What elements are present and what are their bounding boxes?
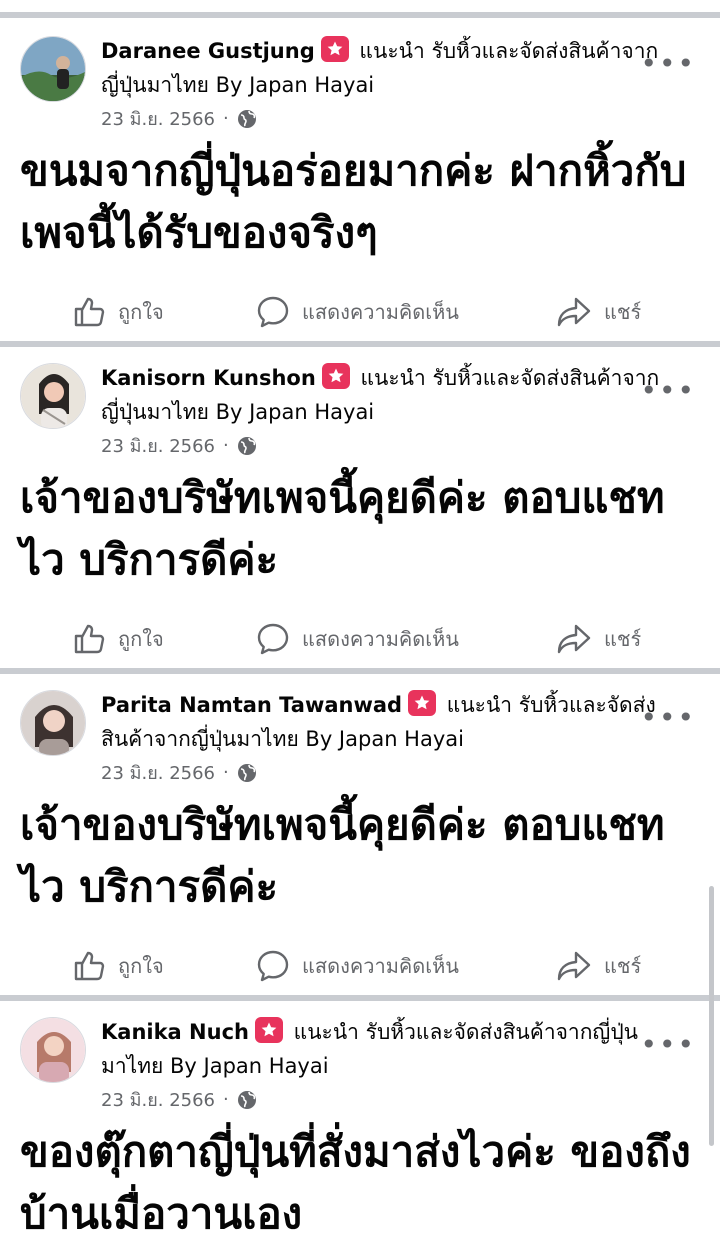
- recommend-verb: แนะนำ: [446, 693, 513, 717]
- comment-bubble-icon: [257, 950, 289, 982]
- dot-separator: ·: [223, 435, 229, 456]
- like-label: ถูกใจ: [118, 954, 164, 978]
- share-label: แชร์: [604, 954, 642, 978]
- comment-bubble-icon: [257, 296, 289, 328]
- action-bar: ถูกใจ แสดงความคิดเห็น แชร์: [0, 936, 720, 996]
- share-button[interactable]: แชร์: [556, 609, 641, 669]
- like-button[interactable]: ถูกใจ: [72, 936, 164, 996]
- globe-icon: [237, 763, 256, 782]
- comment-bubble-icon: [257, 623, 289, 655]
- recommend-star-icon: [320, 36, 349, 62]
- post-date[interactable]: 23 มิ.ย. 2566: [101, 104, 215, 133]
- post-date[interactable]: 23 มิ.ย. 2566: [101, 758, 215, 787]
- globe-icon: [237, 1090, 256, 1109]
- more-options-icon[interactable]: •••: [640, 1031, 696, 1059]
- post-meta: 23 มิ.ย. 2566 ·: [101, 104, 257, 133]
- avatar[interactable]: [20, 36, 86, 102]
- author-name[interactable]: Parita Namtan Tawanwad: [101, 693, 402, 717]
- more-options-icon[interactable]: •••: [640, 377, 696, 405]
- more-options-icon[interactable]: •••: [640, 50, 696, 78]
- scrollbar[interactable]: [709, 886, 714, 1146]
- globe-icon: [237, 436, 256, 455]
- avatar[interactable]: [20, 1017, 86, 1083]
- post-meta: 23 มิ.ย. 2566 ·: [101, 1085, 257, 1114]
- share-button[interactable]: แชร์: [556, 936, 641, 996]
- like-label: ถูกใจ: [118, 300, 164, 324]
- recommend-verb: แนะนำ: [359, 39, 425, 63]
- share-arrow-icon: [557, 624, 591, 654]
- dot-separator: ·: [223, 1089, 229, 1110]
- post-text: ขนมจากญี่ปุ่นอร่อยมากค่ะ ฝากหิ้วกับเพจนี…: [20, 146, 687, 257]
- avatar[interactable]: [20, 690, 86, 756]
- thumbs-up-icon: [74, 297, 105, 327]
- thumbs-up-icon: [74, 951, 105, 981]
- share-label: แชร์: [604, 627, 642, 651]
- share-button[interactable]: แชร์: [556, 282, 641, 342]
- author-name[interactable]: Kanisorn Kunshon: [101, 366, 316, 390]
- post-text: เจ้าของบริษัทเพจนี้คุยดีค่ะ ตอบแชทไว บริ…: [20, 800, 665, 911]
- post-header: Kanika Nuch แนะนำ รับหิ้วและจัดส่งสินค้า…: [101, 1015, 661, 1083]
- post-date[interactable]: 23 มิ.ย. 2566: [101, 431, 215, 460]
- like-button[interactable]: ถูกใจ: [72, 282, 164, 342]
- author-name[interactable]: Daranee Gustjung: [101, 39, 315, 63]
- post-text: เจ้าของบริษัทเพจนี้คุยดีค่ะ ตอบแชทไว บริ…: [20, 473, 665, 584]
- comment-label: แสดงความคิดเห็น: [302, 954, 459, 978]
- author-name[interactable]: Kanika Nuch: [101, 1020, 249, 1044]
- more-options-icon[interactable]: •••: [640, 704, 696, 732]
- post-header: Parita Namtan Tawanwad แนะนำ รับหิ้วและจ…: [101, 688, 661, 756]
- review-post-1: Daranee Gustjung แนะนำ รับหิ้วและจัดส่งส…: [0, 20, 720, 347]
- post-date[interactable]: 23 มิ.ย. 2566: [101, 1085, 215, 1114]
- action-bar: ถูกใจ แสดงความคิดเห็น แชร์: [0, 609, 720, 669]
- recommend-star-icon: [408, 690, 437, 716]
- avatar[interactable]: [20, 363, 86, 429]
- action-bar: ถูกใจ แสดงความคิดเห็น แชร์: [0, 282, 720, 342]
- post-header: Daranee Gustjung แนะนำ รับหิ้วและจัดส่งส…: [101, 34, 661, 102]
- comment-button[interactable]: แสดงความคิดเห็น: [256, 609, 459, 669]
- globe-icon: [237, 109, 256, 128]
- review-post-4: Kanika Nuch แนะนำ รับหิ้วและจัดส่งสินค้า…: [0, 1001, 720, 1248]
- thumbs-up-icon: [74, 624, 105, 654]
- comment-button[interactable]: แสดงความคิดเห็น: [256, 282, 459, 342]
- review-post-2: Kanisorn Kunshon แนะนำ รับหิ้วและจัดส่งส…: [0, 347, 720, 674]
- recommend-star-icon: [321, 363, 350, 389]
- comment-label: แสดงความคิดเห็น: [302, 627, 459, 651]
- share-arrow-icon: [557, 297, 591, 327]
- post-meta: 23 มิ.ย. 2566 ·: [101, 431, 257, 460]
- comment-label: แสดงความคิดเห็น: [302, 300, 459, 324]
- post-meta: 23 มิ.ย. 2566 ·: [101, 758, 257, 787]
- recommend-verb: แนะนำ: [360, 366, 426, 390]
- top-divider: [0, 0, 720, 20]
- share-label: แชร์: [604, 300, 642, 324]
- recommend-star-icon: [254, 1017, 283, 1043]
- like-label: ถูกใจ: [118, 627, 164, 651]
- like-button[interactable]: ถูกใจ: [72, 609, 164, 669]
- dot-separator: ·: [223, 108, 229, 129]
- post-text: ของตุ๊กตาญี่ปุ่นที่สั่งมาส่งไวค่ะ ของถึง…: [20, 1127, 691, 1238]
- dot-separator: ·: [223, 762, 229, 783]
- review-post-3: Parita Namtan Tawanwad แนะนำ รับหิ้วและจ…: [0, 674, 720, 1001]
- post-header: Kanisorn Kunshon แนะนำ รับหิ้วและจัดส่งส…: [101, 361, 661, 429]
- recommend-verb: แนะนำ: [293, 1020, 359, 1044]
- share-arrow-icon: [557, 951, 591, 981]
- comment-button[interactable]: แสดงความคิดเห็น: [256, 936, 459, 996]
